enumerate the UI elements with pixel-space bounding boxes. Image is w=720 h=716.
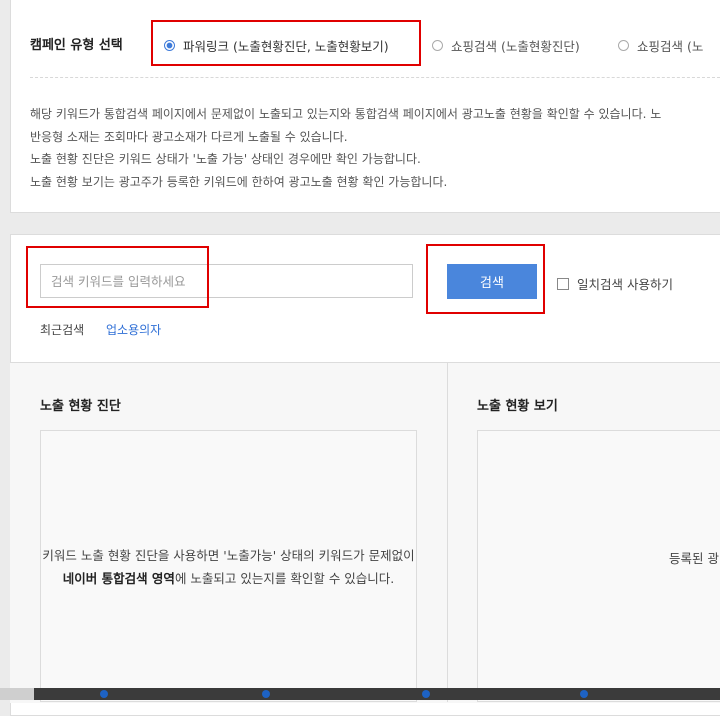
search-button[interactable]: 검색 — [447, 264, 537, 299]
diagnosis-panel-text: 키워드 노출 현황 진단을 사용하면 '노출가능' 상태의 키워드가 문제없이 … — [40, 545, 417, 590]
campaign-type-label: 캠페인 유형 선택 — [30, 38, 123, 53]
radio-selected-icon — [164, 40, 175, 51]
diagnosis-panel-title: 노출 현황 진단 — [40, 399, 121, 414]
view-panel-title: 노출 현황 보기 — [477, 399, 558, 414]
view-panel-text: 등록된 광 — [669, 551, 719, 566]
radio-shopping-other-label: 쇼핑검색 (노 — [637, 39, 704, 54]
taskbar-start-area — [0, 688, 34, 700]
app-icon[interactable] — [580, 690, 588, 698]
description-line: 노출 현황 보기는 광고주가 등록한 키워드에 한하여 광고노출 현황 확인 가… — [30, 174, 448, 189]
description-block: 해당 키워드가 통합검색 페이지에서 문제없이 노출되고 있는지와 통합검색 페… — [30, 103, 661, 193]
app-icon[interactable] — [422, 690, 430, 698]
diagnosis-text-bold: 네이버 통합검색 영역 — [62, 570, 175, 586]
exact-match-label: 일치검색 사용하기 — [577, 277, 673, 292]
description-line: 해당 키워드가 통합검색 페이지에서 문제없이 노출되고 있는지와 통합검색 페… — [30, 107, 662, 121]
app-icon[interactable] — [262, 690, 270, 698]
description-line: 노출 현황 진단은 키워드 상태가 '노출 가능' 상태인 경우에만 확인 가능… — [30, 152, 421, 166]
radio-shopping-diagnosis-label: 쇼핑검색 (노출현황진단) — [451, 39, 580, 54]
checkbox-icon — [557, 277, 569, 290]
radio-unselected-icon — [618, 40, 629, 51]
recent-search-keyword[interactable]: 업소용의자 — [106, 321, 161, 338]
section-divider — [30, 77, 720, 78]
diagnosis-text-after: 에 노출되고 있는지를 확인할 수 있습니다. — [174, 570, 395, 586]
taskbar — [0, 688, 720, 700]
search-input[interactable] — [40, 264, 413, 298]
recent-search-label: 최근검색 — [40, 323, 85, 337]
diagnosis-text-before: 키워드 노출 현황 진단을 사용하면 '노출가능' 상태의 키워드가 문제없이 — [42, 548, 415, 563]
panel-divider — [447, 362, 448, 702]
exact-match-checkbox[interactable]: 일치검색 사용하기 — [557, 274, 673, 293]
radio-powerlink-label: 파워링크 (노출현황진단, 노출현황보기) — [183, 39, 389, 54]
radio-unselected-icon — [432, 40, 443, 51]
app-icon[interactable] — [100, 690, 108, 698]
radio-shopping-diagnosis[interactable]: 쇼핑검색 (노출현황진단) — [432, 36, 580, 55]
radio-powerlink[interactable]: 파워링크 (노출현황진단, 노출현황보기) — [164, 36, 389, 55]
description-line: 반응형 소재는 조회마다 광고소재가 다르게 노출될 수 있습니다. — [30, 129, 348, 144]
radio-shopping-other[interactable]: 쇼핑검색 (노 — [618, 36, 703, 55]
